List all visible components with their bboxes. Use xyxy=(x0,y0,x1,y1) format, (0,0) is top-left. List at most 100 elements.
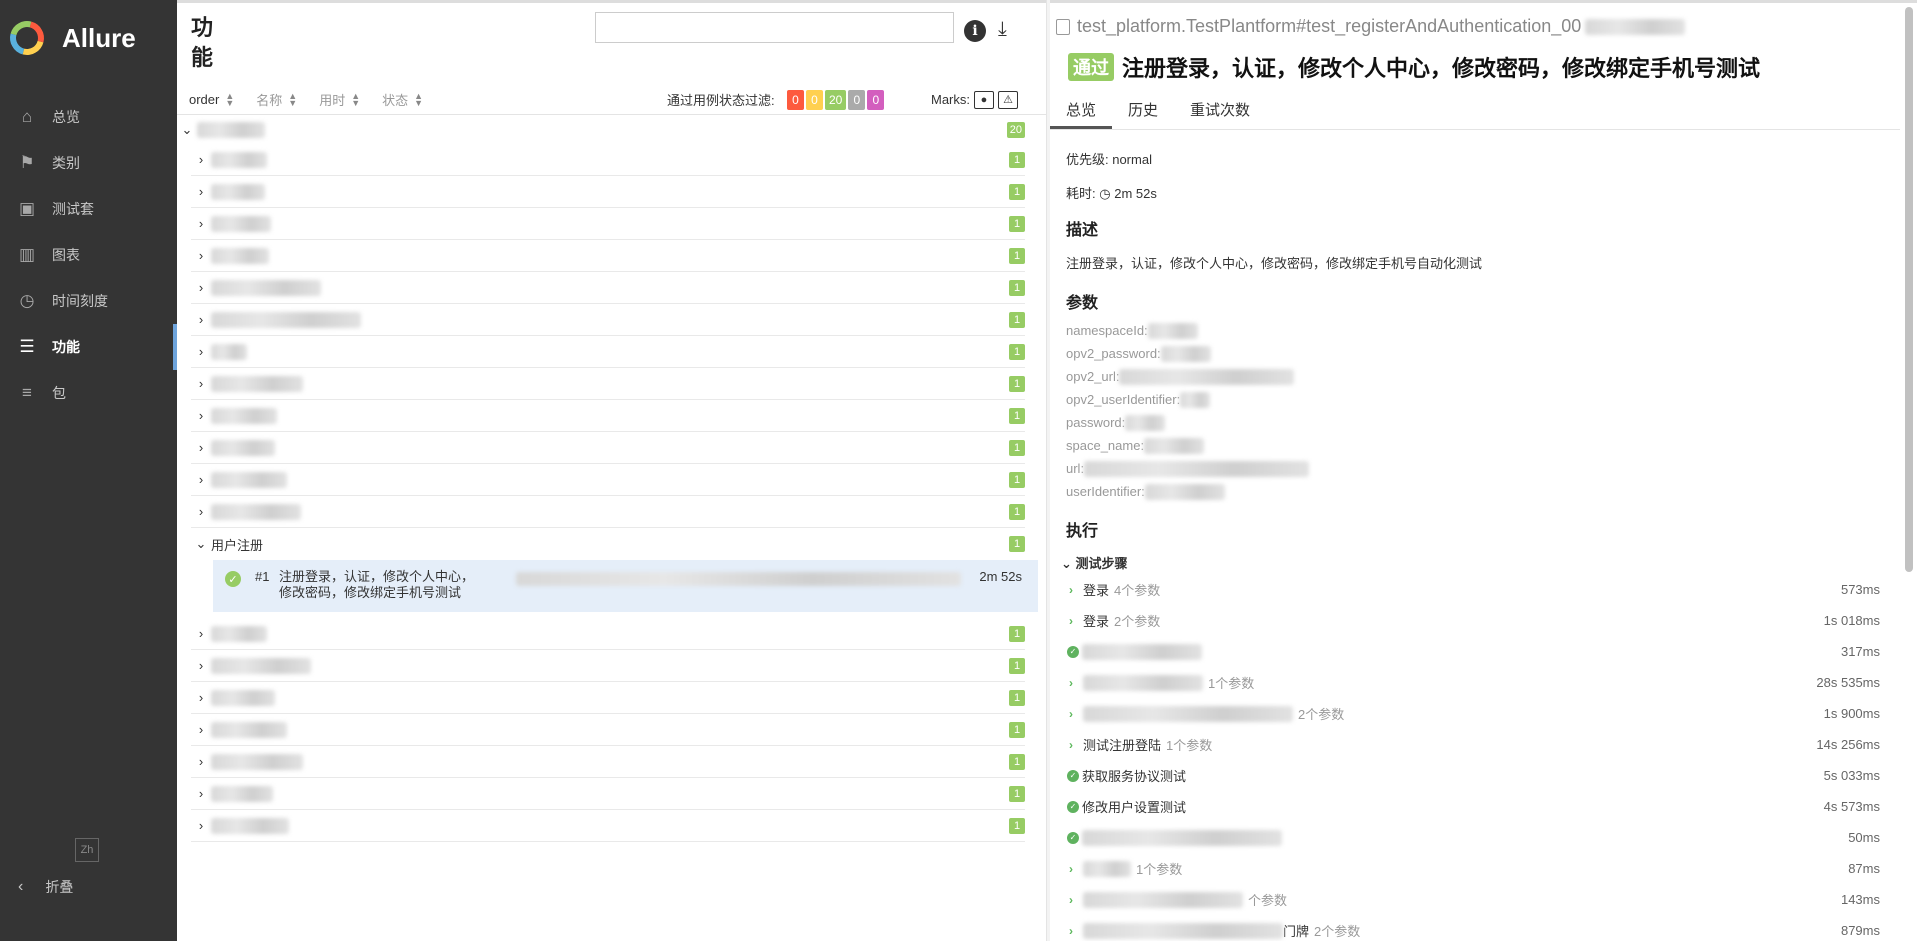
chevron-right-icon: › xyxy=(198,690,204,705)
tree-row-label: 用户注册 xyxy=(211,537,264,553)
step-row[interactable]: › 登录 4个参数 573ms xyxy=(1066,574,1906,605)
sort-status[interactable]: 状态 ▲ ▼ xyxy=(382,90,423,109)
leaf-wrapper: ✓ #1 注册登录，认证，修改个人中心，修改密码，修改绑定手机号测试 2m 52… xyxy=(177,560,1046,618)
step-row[interactable]: › 1个参数 87ms xyxy=(1066,853,1906,884)
test-body-toggle[interactable]: ⌄ 测试步骤 xyxy=(1061,553,1906,572)
redacted-label xyxy=(1585,18,1686,35)
step-row[interactable]: › 登录 2个参数 1s 018ms xyxy=(1066,605,1906,636)
count-badge: 1 xyxy=(1009,279,1025,296)
tree-row-user-register[interactable]: ⌄ 用户注册 1 xyxy=(191,528,1025,560)
redacted-label xyxy=(211,151,267,168)
step-row[interactable]: › 测试注册登陆 1个参数 14s 256ms xyxy=(1066,729,1906,760)
step-row[interactable]: › 门牌 2个参数 879ms xyxy=(1066,915,1906,941)
redacted-label xyxy=(211,625,267,642)
sidebar-item-categories[interactable]: ⚑ 类别 xyxy=(0,140,177,186)
sort-order[interactable]: order ▲ ▼ xyxy=(189,90,235,108)
flaky-mark-icon[interactable]: ● xyxy=(974,90,994,109)
chevron-right-icon: › xyxy=(198,216,204,231)
param-row: opv2_password: xyxy=(1066,342,1906,365)
redacted-label xyxy=(1119,368,1295,385)
execution-title: 执行 xyxy=(1066,523,1099,540)
tab-history[interactable]: 历史 xyxy=(1112,95,1174,129)
bar-chart-icon: ▥ xyxy=(18,245,36,264)
chevron-down-icon: ⌄ xyxy=(181,122,193,137)
step-row[interactable]: › 个参数 143ms xyxy=(1066,884,1906,915)
step-row[interactable]: › 1个参数 28s 535ms xyxy=(1066,667,1906,698)
tree-row[interactable]: › 1 xyxy=(191,336,1025,368)
tree-row[interactable]: › 1 xyxy=(191,746,1025,778)
tree-row[interactable]: › 1 xyxy=(191,464,1025,496)
sidebar-item-graphs[interactable]: ▥ 图表 xyxy=(0,232,177,278)
sidebar-item-overview[interactable]: ⌂ 总览 xyxy=(0,94,177,140)
chevron-right-icon: › xyxy=(1069,582,1073,597)
download-icon[interactable]: ⤓ xyxy=(998,18,1022,42)
filter-broken[interactable]: 0 xyxy=(806,89,823,110)
sort-bar: order ▲ ▼ 名称 ▲ ▼ 用时 ▲ ▼ 状态 ▲ ▼ 通过用例状态过滤: 0 0 20 … xyxy=(177,85,1046,115)
redacted-label xyxy=(211,183,265,200)
tree-row[interactable]: › 1 xyxy=(191,240,1025,272)
tree-row[interactable]: › 1 xyxy=(191,810,1025,842)
step-row[interactable]: ✓ 50ms xyxy=(1066,822,1906,853)
info-icon[interactable]: i xyxy=(964,20,986,42)
tree-row[interactable]: › 1 xyxy=(191,400,1025,432)
tree-row[interactable]: › 1 xyxy=(191,714,1025,746)
collapse-button[interactable]: ‹ 折叠 xyxy=(18,877,73,897)
tree-row[interactable]: › 1 xyxy=(191,496,1025,528)
filter-passed[interactable]: 20 xyxy=(825,89,847,110)
language-switch[interactable]: Zh xyxy=(75,838,99,862)
tab-retries[interactable]: 重试次数 xyxy=(1174,95,1266,129)
sidebar-item-behaviors[interactable]: ☰ 功能 xyxy=(0,324,177,370)
filter-failed[interactable]: 0 xyxy=(787,89,804,110)
tree-row[interactable]: › 1 xyxy=(191,618,1025,650)
chevron-right-icon: › xyxy=(198,754,204,769)
filter-skipped[interactable]: 0 xyxy=(848,89,866,110)
param-name: url: xyxy=(1066,461,1085,476)
step-row[interactable]: › 2个参数 1s 900ms xyxy=(1066,698,1906,729)
tree-row[interactable]: › 1 xyxy=(191,272,1025,304)
step-row[interactable]: ✓ 317ms xyxy=(1066,636,1906,667)
warning-mark-icon[interactable]: ⚠ xyxy=(998,90,1018,109)
clock-icon: ◷ xyxy=(19,291,35,310)
tab-overview[interactable]: 总览 xyxy=(1050,95,1113,129)
tree-row[interactable]: › 1 xyxy=(191,682,1025,714)
scrollbar[interactable] xyxy=(1905,7,1913,572)
tree-row[interactable]: › 1 xyxy=(191,778,1025,810)
count-badge: 1 xyxy=(1009,311,1025,328)
brand[interactable]: Allure xyxy=(0,0,177,76)
search-input[interactable] xyxy=(595,12,954,43)
tree-root[interactable]: ⌄ 20 xyxy=(177,116,1025,144)
redacted-label xyxy=(211,753,303,770)
status-filters: 0 0 20 0 0 xyxy=(787,89,886,110)
count-badge: 1 xyxy=(1009,753,1025,770)
tree-row[interactable]: › 1 xyxy=(191,368,1025,400)
param-row: opv2_url: xyxy=(1066,365,1906,388)
tree-row[interactable]: › 1 xyxy=(191,144,1025,176)
count-badge: 1 xyxy=(1009,407,1025,424)
tree-row[interactable]: › 1 xyxy=(191,304,1025,336)
count-badge: 1 xyxy=(1009,785,1025,802)
redacted-label xyxy=(1160,345,1211,362)
step-row[interactable]: ✓ 修改用户设置测试 4s 573ms xyxy=(1066,791,1906,822)
copy-icon[interactable] xyxy=(1056,18,1070,35)
step-row[interactable]: ✓ 获取服务协议测试 5s 033ms xyxy=(1066,760,1906,791)
tree-row[interactable]: › 1 xyxy=(191,432,1025,464)
step-name: 门牌 xyxy=(1283,924,1310,939)
sort-icon: ▲ ▼ xyxy=(288,90,298,108)
tree-row[interactable]: › 1 xyxy=(191,176,1025,208)
sort-icon: ▲ ▼ xyxy=(225,90,235,108)
tree-row[interactable]: › 1 xyxy=(191,208,1025,240)
parameters-list: namespaceId: opv2_password: opv2_url: op… xyxy=(1066,319,1906,503)
sidebar-item-packages[interactable]: ≡ 包 xyxy=(0,370,177,416)
sidebar-item-label: 包 xyxy=(52,385,66,401)
flag-icon: ⚑ xyxy=(19,153,35,172)
sort-name[interactable]: 名称 ▲ ▼ xyxy=(256,90,297,109)
chevron-right-icon: › xyxy=(1069,892,1073,907)
sidebar-item-timeline[interactable]: ◷ 时间刻度 xyxy=(0,278,177,324)
redacted-label xyxy=(211,311,361,328)
sort-duration[interactable]: 用时 ▲ ▼ xyxy=(319,90,360,109)
test-case-row[interactable]: ✓ #1 注册登录，认证，修改个人中心，修改密码，修改绑定手机号测试 2m 52… xyxy=(213,560,1038,612)
filter-unknown[interactable]: 0 xyxy=(867,89,885,110)
sidebar-item-suites[interactable]: ▣ 测试套 xyxy=(0,186,177,232)
tree-row[interactable]: › 1 xyxy=(191,650,1025,682)
sort-duration-label: 用时 xyxy=(319,93,346,108)
